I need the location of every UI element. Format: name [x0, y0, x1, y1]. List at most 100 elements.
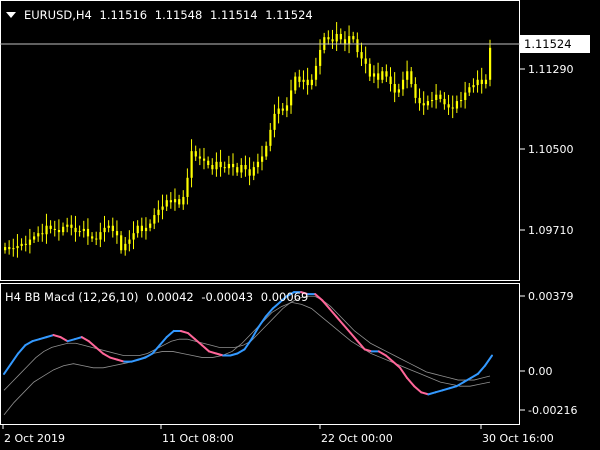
macd-down-segment — [356, 340, 366, 351]
macd-down-segment — [94, 346, 105, 355]
candle-body — [33, 236, 36, 240]
candle-body — [28, 239, 32, 245]
indicator-value: -0.00043 — [201, 290, 253, 304]
candle-body — [49, 225, 52, 229]
macd-down-segment — [215, 352, 225, 357]
candle-body — [149, 223, 152, 228]
candle-body — [182, 196, 185, 205]
macd-down-segment — [116, 358, 126, 363]
candle-body — [364, 58, 367, 64]
indicator-value: 0.00069 — [261, 290, 309, 304]
ohlc-low: 1.11514 — [210, 8, 258, 22]
candle-body — [45, 225, 48, 235]
candle-body — [115, 231, 119, 236]
indicator-scale-label: -0.00216 — [528, 404, 577, 417]
macd-up-segment — [38, 336, 48, 341]
macd-up-segment — [66, 338, 76, 343]
time-label: 30 Oct 16:00 — [482, 432, 554, 445]
macd-down-segment — [193, 338, 204, 347]
candle-body — [261, 156, 264, 162]
candle-body — [447, 104, 450, 108]
candle-body — [173, 199, 177, 203]
time-label: 22 Oct 00:00 — [321, 432, 393, 445]
candle-body — [410, 71, 413, 85]
candle-body — [136, 225, 139, 234]
candle-body — [327, 37, 330, 40]
macd-down-segment — [109, 356, 119, 361]
macd-down-segment — [102, 352, 112, 359]
candle-body — [368, 63, 371, 77]
candle-body — [194, 151, 197, 157]
candle-body — [426, 101, 430, 106]
macd-down-segment — [349, 332, 359, 343]
candle-body — [82, 228, 85, 232]
candle-body — [219, 161, 222, 168]
candle-body — [240, 165, 243, 173]
candle-body — [95, 238, 98, 240]
candle-body — [430, 100, 434, 102]
candles-group — [4, 22, 492, 258]
candle-body — [202, 158, 206, 161]
macd-up-segment — [31, 338, 41, 343]
macd-up-segment — [137, 356, 147, 361]
macd-up-segment — [24, 340, 34, 347]
candle-body — [103, 227, 106, 233]
candle-body — [459, 100, 463, 102]
time-label: 2 Oct 2019 — [4, 432, 65, 445]
macd-down-segment — [201, 344, 211, 353]
candle-body — [70, 224, 73, 228]
bb-band-line — [3, 295, 491, 391]
candle-body — [277, 108, 280, 114]
candle-body — [161, 206, 164, 210]
candle-body — [57, 229, 61, 233]
macd-up-segment — [3, 362, 13, 375]
candle-body — [269, 129, 272, 146]
candle-body — [381, 71, 384, 80]
candle-body — [128, 239, 131, 244]
ohlc-high: 1.11548 — [155, 8, 203, 22]
candle-body — [285, 105, 289, 111]
candle-body — [120, 235, 123, 251]
candle-body — [198, 156, 202, 159]
candle-body — [169, 200, 173, 203]
macd-down-segment — [52, 334, 62, 339]
svg-text:H4 BB Macd (12,26,10) 0.00: H4 BB Macd (12,26,10) 0.00042 -0.00043 0… — [5, 290, 308, 304]
candle-body — [66, 224, 69, 227]
candle-body — [16, 245, 19, 249]
indicator-scale-label: 0.00379 — [528, 290, 574, 303]
triangle-down-icon[interactable] — [6, 12, 16, 18]
candle-body — [306, 79, 309, 86]
macd-up-segment — [476, 364, 486, 375]
trading-chart[interactable]: 1.11290 1.10500 1.09710 0.00379 0.00 -0.… — [0, 0, 600, 450]
candle-body — [422, 103, 425, 106]
macd-down-segment — [59, 336, 69, 343]
candle-body — [472, 85, 475, 88]
candle-body — [339, 33, 342, 40]
candle-body — [451, 107, 454, 109]
macd-up-segment — [165, 329, 175, 339]
candle-body — [124, 243, 127, 251]
macd-down-segment — [420, 391, 430, 396]
macd-down-segment — [328, 307, 338, 318]
macd-down-segment — [363, 348, 373, 353]
candle-body — [186, 177, 189, 197]
candle-body — [153, 215, 156, 224]
macd-up-segment — [448, 385, 458, 390]
macd-down-segment — [406, 377, 416, 388]
candle-body — [165, 200, 168, 207]
candle-body — [406, 71, 409, 80]
candle-body — [215, 161, 218, 170]
macd-up-segment — [441, 387, 451, 392]
candle-body — [389, 76, 392, 85]
macd-down-segment — [335, 315, 345, 326]
indicator-title: H4 BB Macd (12,26,10) — [5, 290, 139, 304]
candle-body — [455, 101, 459, 109]
candle-body — [414, 84, 417, 98]
macd-down-segment — [377, 350, 387, 357]
candle-body — [74, 227, 77, 233]
candle-body — [352, 36, 355, 40]
candle-body — [265, 145, 268, 157]
candle-body — [190, 151, 193, 178]
macd-up-segment — [130, 358, 140, 363]
candle-body — [360, 52, 363, 59]
